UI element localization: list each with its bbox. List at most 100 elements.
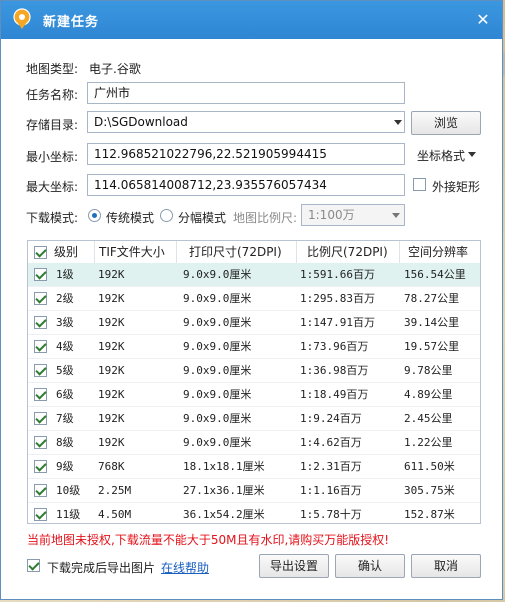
cell-resolution: 19.57公里 <box>404 340 460 353</box>
header-tif-size[interactable]: TIF文件大小 <box>95 241 177 263</box>
table-row[interactable]: 5级 192K 9.0x9.0厘米 1:36.98百万 9.78公里 <box>28 359 480 383</box>
levels-table: 级别 TIF文件大小 打印尺寸(72DPI) 比例尺(72DPI) 空间分辨率 … <box>27 240 481 524</box>
cell-print-size: 36.1x54.2厘米 <box>183 508 265 521</box>
cell-print-size: 27.1x36.1厘米 <box>183 484 265 497</box>
header-print-size[interactable]: 打印尺寸(72DPI) <box>177 241 297 263</box>
license-warning: 当前地图未授权,下载流量不能大于50M且有水印,请购买万能版授权! <box>27 533 390 547</box>
table-row[interactable]: 7级 192K 9.0x9.0厘米 1:9.24百万 2.45公里 <box>28 407 480 431</box>
cell-tif-size: 192K <box>98 412 125 425</box>
cell-tif-size: 4.50M <box>98 508 132 521</box>
coordinate-format-dropdown[interactable]: 坐标格式 <box>417 147 476 164</box>
min-coordinate-input[interactable]: 112.968521022796,22.521905994415 <box>87 143 405 165</box>
scale-value: 1:100万 <box>308 208 355 222</box>
close-icon[interactable]: ✕ <box>472 9 494 31</box>
header-resolution[interactable]: 空间分辨率 <box>400 241 480 263</box>
task-name-input[interactable]: 广州市 <box>87 82 405 104</box>
cell-level: 5级 <box>56 364 74 377</box>
row-checkbox[interactable] <box>34 292 47 305</box>
export-settings-button[interactable]: 导出设置 <box>259 554 329 578</box>
row-checkbox[interactable] <box>34 364 47 377</box>
cell-scale: 1:36.98百万 <box>300 364 369 377</box>
row-checkbox[interactable] <box>34 268 47 281</box>
scale-select[interactable]: 1:100万 <box>301 204 405 226</box>
title-bar: 新建任务 ✕ <box>1 1 502 39</box>
map-pin-icon <box>13 8 31 29</box>
header-level[interactable]: 级别 <box>50 241 95 263</box>
max-coordinate-input[interactable]: 114.065814008712,23.935576057434 <box>87 174 405 196</box>
outer-rect-checkbox[interactable] <box>413 178 426 191</box>
cell-resolution: 611.50米 <box>404 460 455 473</box>
online-help-link[interactable]: 在线帮助 <box>161 559 209 576</box>
select-all-checkbox[interactable] <box>34 246 47 259</box>
cell-print-size: 9.0x9.0厘米 <box>183 436 252 449</box>
table-row[interactable]: 11级 4.50M 36.1x54.2厘米 1:5.78十万 152.87米 <box>28 503 480 523</box>
cell-resolution: 152.87米 <box>404 508 455 521</box>
cancel-button[interactable]: 取消 <box>411 554 481 578</box>
storage-directory-select[interactable]: D:\SGDownload <box>87 111 405 133</box>
mode-tiled-label: 分幅模式 <box>178 211 227 225</box>
cell-tif-size: 192K <box>98 436 125 449</box>
map-type-label: 地图类型: <box>26 62 79 76</box>
cell-tif-size: 192K <box>98 364 125 377</box>
row-checkbox[interactable] <box>34 340 47 353</box>
cell-scale: 1:1.16百万 <box>300 484 362 497</box>
cell-scale: 1:591.66百万 <box>300 268 375 281</box>
mode-tiled-radio[interactable] <box>160 209 173 222</box>
cell-print-size: 9.0x9.0厘米 <box>183 412 252 425</box>
row-checkbox[interactable] <box>34 388 47 401</box>
outer-rect-label: 外接矩形 <box>432 180 481 194</box>
table-row[interactable]: 8级 192K 9.0x9.0厘米 1:4.62百万 1.22公里 <box>28 431 480 455</box>
table-row[interactable]: 10级 2.25M 27.1x36.1厘米 1:1.16百万 305.75米 <box>28 479 480 503</box>
storage-directory-label: 存储目录: <box>26 118 79 132</box>
row-checkbox[interactable] <box>34 316 47 329</box>
cell-level: 7级 <box>56 412 74 425</box>
table-row[interactable]: 3级 192K 9.0x9.0厘米 1:147.91百万 39.14公里 <box>28 311 480 335</box>
cell-scale: 1:9.24百万 <box>300 412 362 425</box>
mode-traditional-label: 传统模式 <box>106 211 155 225</box>
cell-print-size: 9.0x9.0厘米 <box>183 388 252 401</box>
table-row[interactable]: 1级 192K 9.0x9.0厘米 1:591.66百万 156.54公里 <box>28 263 480 287</box>
cell-resolution: 1.22公里 <box>404 436 453 449</box>
cell-level: 8级 <box>56 436 74 449</box>
cell-tif-size: 192K <box>98 388 125 401</box>
cell-level: 2级 <box>56 292 74 305</box>
row-checkbox[interactable] <box>34 484 47 497</box>
dialog-title: 新建任务 <box>43 15 100 30</box>
row-checkbox[interactable] <box>34 436 47 449</box>
header-scale[interactable]: 比例尺(72DPI) <box>297 241 400 263</box>
export-after-label: 下载完成后导出图片 <box>47 561 156 575</box>
cell-tif-size: 2.25M <box>98 484 132 497</box>
cell-tif-size: 192K <box>98 268 125 281</box>
cell-resolution: 39.14公里 <box>404 316 460 329</box>
table-row[interactable]: 4级 192K 9.0x9.0厘米 1:73.96百万 19.57公里 <box>28 335 480 359</box>
cell-resolution: 4.89公里 <box>404 388 453 401</box>
new-task-dialog: 新建任务 ✕ 地图类型: 电子.谷歌 任务名称: 广州市 存储目录: D:\SG… <box>0 0 503 600</box>
export-after-checkbox[interactable] <box>27 559 40 572</box>
cell-scale: 1:2.31百万 <box>300 460 362 473</box>
cell-scale: 1:147.91百万 <box>300 316 375 329</box>
max-coordinate-label: 最大坐标: <box>26 180 79 194</box>
min-coordinate-label: 最小坐标: <box>26 150 79 164</box>
table-row[interactable]: 2级 192K 9.0x9.0厘米 1:295.83百万 78.27公里 <box>28 287 480 311</box>
cell-resolution: 78.27公里 <box>404 292 460 305</box>
table-row[interactable]: 9级 768K 18.1x18.1厘米 1:2.31百万 611.50米 <box>28 455 480 479</box>
cell-print-size: 9.0x9.0厘米 <box>183 364 252 377</box>
browse-button[interactable]: 浏览 <box>411 111 481 135</box>
table-row[interactable]: 6级 192K 9.0x9.0厘米 1:18.49百万 4.89公里 <box>28 383 480 407</box>
confirm-button[interactable]: 确认 <box>335 554 405 578</box>
cell-print-size: 18.1x18.1厘米 <box>183 460 265 473</box>
download-mode-label: 下载模式: <box>26 211 79 225</box>
row-checkbox[interactable] <box>34 412 47 425</box>
chevron-down-icon <box>394 120 402 125</box>
cell-resolution: 156.54公里 <box>404 268 466 281</box>
mode-traditional-radio[interactable] <box>88 209 101 222</box>
cell-print-size: 9.0x9.0厘米 <box>183 268 252 281</box>
cell-level: 11级 <box>56 508 81 521</box>
row-checkbox[interactable] <box>34 460 47 473</box>
row-checkbox[interactable] <box>34 508 47 521</box>
cell-level: 6级 <box>56 388 74 401</box>
cell-tif-size: 192K <box>98 316 125 329</box>
cell-level: 1级 <box>56 268 74 281</box>
cell-level: 3级 <box>56 316 74 329</box>
scale-label: 地图比例尺: <box>233 211 298 225</box>
